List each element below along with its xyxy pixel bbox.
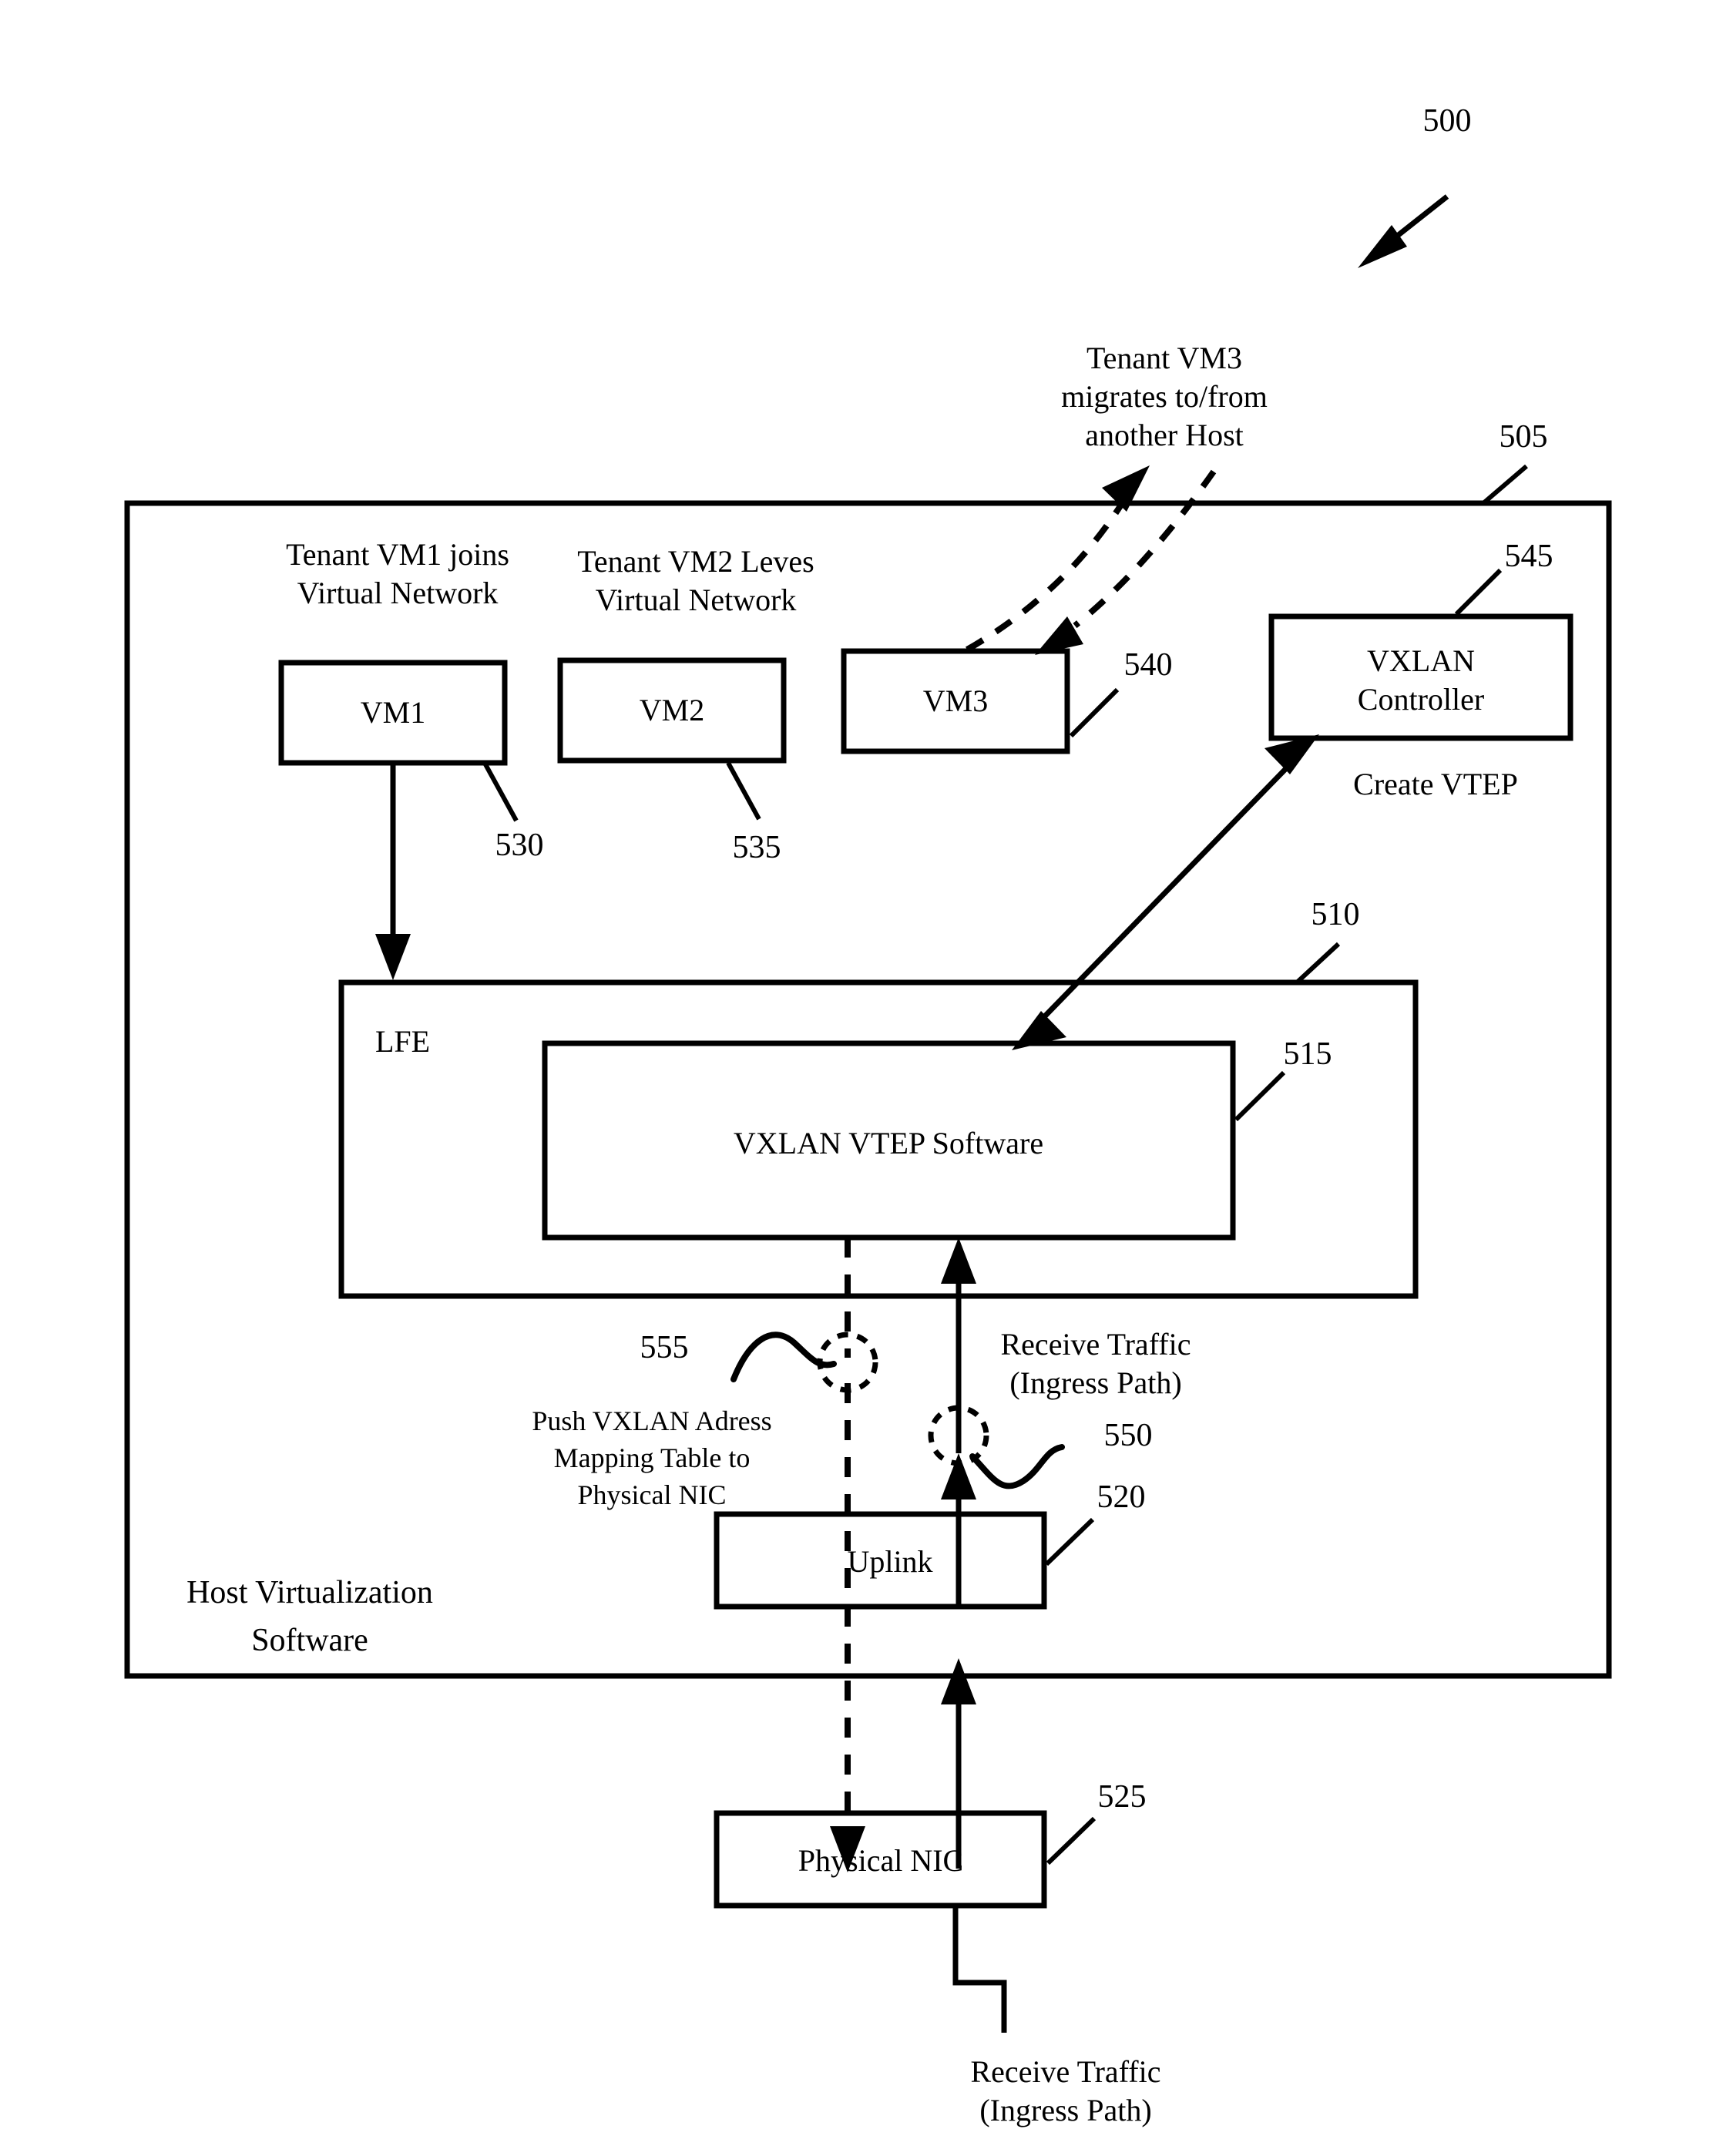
vm2-leave-line-2: Virtual Network — [596, 583, 797, 617]
vxlan-host-diagram: 500 Tenant VM3 migrates to/from another … — [124, 103, 1612, 2127]
lfe-ref-leader — [1295, 942, 1341, 985]
push-table-line-1: Push VXLAN Adress — [532, 1405, 771, 1436]
host-label-line-1: Host Virtualization — [186, 1575, 433, 1610]
vm3-migrate-line-3: another Host — [1085, 418, 1244, 452]
vm3-box[interactable]: VM3 — [841, 648, 1070, 754]
uplink-ref-leader — [1044, 1517, 1095, 1567]
receive-traffic-lower-line-2: (Ingress Path) — [979, 2093, 1151, 2127]
figure-number-label: 500 — [1423, 103, 1472, 139]
physical-nic-ingress-stub — [952, 1906, 1007, 2033]
push-mapping-table-annotation: Push VXLAN Adress Mapping Table to Physi… — [532, 1405, 771, 1510]
vxlan-controller-box[interactable]: VXLAN Controller — [1268, 613, 1573, 741]
receive-traffic-lower-line-1: Receive Traffic — [971, 2054, 1161, 2089]
push-table-callout-555: 555 — [640, 1330, 878, 1393]
vm1-box-label: VM1 — [361, 695, 425, 730]
lfe-ref-label: 510 — [1312, 897, 1360, 932]
create-vtep-label: Create VTEP — [1353, 767, 1518, 801]
vm3-box-label: VM3 — [923, 683, 988, 718]
vm3-migrate-line-2: migrates to/from — [1061, 379, 1268, 414]
vm3-ref-leader — [1069, 687, 1120, 738]
vm2-ref-leader — [726, 761, 761, 821]
vxlan-controller-label-line-1: VXLAN — [1367, 643, 1475, 678]
vm1-ref-leader — [483, 763, 519, 822]
host-virtualization-boundary — [124, 500, 1612, 1679]
vtep-controller-bidirectional-arrow — [1012, 734, 1319, 1050]
push-table-line-2: Mapping Table to — [554, 1442, 751, 1473]
receive-traffic-upper-line-1: Receive Traffic — [1001, 1327, 1191, 1362]
physical-nic-box[interactable]: Physical NIC — [714, 1810, 1047, 1909]
physical-nic-ref-label: 525 — [1098, 1779, 1147, 1815]
vm1-ref-label: 530 — [495, 828, 544, 863]
vtep-software-box[interactable]: VXLAN VTEP Software — [542, 1040, 1236, 1241]
receive-traffic-upper-line-2: (Ingress Path) — [1009, 1365, 1181, 1400]
vm3-migrate-out-arrow — [966, 465, 1150, 653]
vm2-leave-annotation: Tenant VM2 Leves Virtual Network — [577, 544, 814, 617]
ingress-ref-label: 550 — [1104, 1418, 1153, 1453]
vxlan-controller-ref-leader — [1454, 568, 1503, 616]
ingress-traffic-solid-path — [941, 1238, 976, 1869]
vm3-migrate-line-1: Tenant VM3 — [1086, 341, 1242, 375]
vm2-ref-label: 535 — [733, 830, 781, 865]
vxlan-controller-ref-label: 545 — [1505, 539, 1553, 574]
vm2-box[interactable]: VM2 — [557, 657, 787, 764]
host-boundary-ref-label: 505 — [1500, 419, 1548, 455]
vtep-software-ref-label: 515 — [1284, 1036, 1332, 1072]
vm3-migration-annotation: Tenant VM3 migrates to/from another Host — [1061, 341, 1268, 452]
host-virtualization-label: Host Virtualization Software — [186, 1575, 433, 1658]
vxlan-controller-label-line-2: Controller — [1358, 682, 1484, 717]
uplink-ref-label: 520 — [1097, 1479, 1146, 1515]
vtep-software-ref-leader — [1234, 1070, 1286, 1122]
vm1-box[interactable]: VM1 — [278, 660, 508, 766]
push-table-ref-label: 555 — [640, 1330, 689, 1365]
vm2-box-label: VM2 — [640, 693, 704, 727]
uplink-box[interactable]: Uplink — [714, 1511, 1047, 1610]
physical-nic-ref-leader — [1046, 1816, 1097, 1866]
physical-nic-box-label: Physical NIC — [798, 1843, 963, 1878]
figure-number-arrow — [1358, 194, 1449, 268]
receive-traffic-upper-annotation: Receive Traffic (Ingress Path) — [1001, 1327, 1191, 1400]
vm1-join-annotation: Tenant VM1 joins Virtual Network — [286, 537, 509, 610]
push-table-line-3: Physical NIC — [578, 1479, 727, 1510]
vm3-ref-label: 540 — [1124, 647, 1173, 683]
vm2-leave-line-1: Tenant VM2 Leves — [577, 544, 814, 579]
uplink-box-label: Uplink — [847, 1544, 932, 1579]
patent-figure-container: 500 Tenant VM3 migrates to/from another … — [0, 0, 1733, 2156]
lfe-box-label: LFE — [375, 1024, 430, 1059]
vm1-join-line-2: Virtual Network — [297, 576, 499, 610]
vm1-to-lfe-arrow — [375, 763, 411, 980]
host-label-line-2: Software — [251, 1623, 368, 1658]
vm1-join-line-1: Tenant VM1 joins — [286, 537, 509, 572]
host-boundary-leader — [1482, 464, 1528, 505]
receive-traffic-lower-annotation: Receive Traffic (Ingress Path) — [971, 2054, 1161, 2127]
vtep-software-label: VXLAN VTEP Software — [734, 1126, 1043, 1160]
